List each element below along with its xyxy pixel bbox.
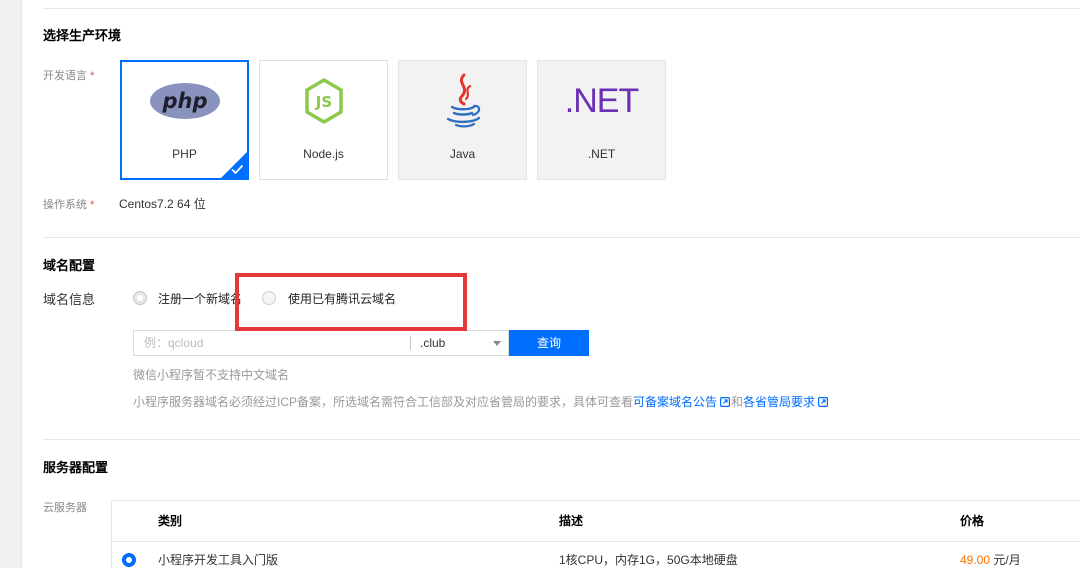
dotnet-logo: .NET <box>538 78 665 124</box>
row-description: 1核CPU，内存1G，50G本地硬盘 <box>559 553 738 567</box>
language-card-dotnet[interactable]: .NET .NET <box>537 60 666 180</box>
os-label: 操作系统 * <box>43 198 94 212</box>
domain-name-input[interactable] <box>134 331 410 355</box>
os-value: Centos7.2 64 位 <box>119 197 206 211</box>
language-card-java[interactable]: Java <box>398 60 527 180</box>
section-title-environment: 选择生产环境 <box>43 28 122 43</box>
server-table: 类别 描述 价格 小程序开发工具入门版 1核CPU，内存1G，50G本地硬盘 4… <box>111 500 1080 568</box>
province-requirements-link-text: 各省管局要求 <box>743 395 816 409</box>
domain-suffix-value: .club <box>420 336 446 350</box>
hint-icp-text: 小程序服务器域名必须经过ICP备案，所选域名需符合工信部及对应省管局的要求，具体… <box>133 395 634 409</box>
radio-option-register-new[interactable]: 注册一个新域名 <box>133 291 243 307</box>
os-label-text: 操作系统 <box>43 199 87 211</box>
required-mark: * <box>90 70 95 82</box>
java-cup-body <box>452 111 473 116</box>
row-price: 49.00 元/月 <box>960 553 1021 567</box>
php-logo-graphic: php <box>149 83 220 119</box>
caret-down-icon <box>493 341 501 346</box>
language-card-label-dotnet: .NET <box>587 147 616 161</box>
divider-top <box>43 8 1080 9</box>
divider-domain-server <box>43 439 1080 440</box>
hint-icp-conjunction: 和 <box>731 395 744 409</box>
selected-check-badge <box>221 152 247 178</box>
cvm-label: 云服务器 <box>43 502 87 514</box>
php-logo: php <box>122 78 247 124</box>
row-price-unit: 元/月 <box>993 553 1021 567</box>
section-title-server: 服务器配置 <box>43 460 109 475</box>
java-steam-small <box>464 84 471 101</box>
hint-no-chinese-domain: 微信小程序暂不支持中文域名 <box>133 368 290 382</box>
php-logo-text: php <box>161 89 207 113</box>
external-link-arrow <box>821 399 826 404</box>
language-label-text: 开发语言 <box>43 70 87 82</box>
column-header-price: 价格 <box>960 514 985 528</box>
check-mark <box>231 164 244 175</box>
dotnet-logo-text: .NET <box>564 82 639 120</box>
java-cup-saucer <box>446 116 480 124</box>
external-link-icon <box>720 397 731 407</box>
external-link-arrow <box>723 399 728 404</box>
domain-suffix-select[interactable]: .club <box>411 331 508 355</box>
filing-domain-notice-link[interactable]: 可备案域名公告 <box>633 395 731 409</box>
highlight-box <box>235 273 467 331</box>
column-header-category: 类别 <box>158 514 183 528</box>
divider-environment-domain <box>43 237 1080 238</box>
column-header-description: 描述 <box>559 514 584 528</box>
language-card-label-java: Java <box>449 147 476 161</box>
required-mark: * <box>90 199 95 211</box>
table-row[interactable]: 小程序开发工具入门版 1核CPU，内存1G，50G本地硬盘 49.00 元/月 <box>112 542 1080 568</box>
radio-label-register-new: 注册一个新域名 <box>158 292 243 306</box>
external-link-icon <box>818 397 829 407</box>
check-icon <box>231 164 244 175</box>
row-select-radio[interactable] <box>122 553 136 567</box>
language-card-php[interactable]: php PHP <box>120 60 249 180</box>
language-card-nodejs[interactable]: JS Node.js <box>259 60 388 180</box>
language-card-label-nodejs: Node.js <box>303 147 344 161</box>
nodejs-logo-text: JS <box>314 93 331 111</box>
domain-info-label: 域名信息 <box>43 292 96 307</box>
java-steam-large <box>458 73 466 106</box>
radio-register-new[interactable] <box>133 291 147 305</box>
language-label: 开发语言 * <box>43 69 94 83</box>
row-category: 小程序开发工具入门版 <box>158 553 279 567</box>
nodejs-logo-graphic: JS <box>304 78 343 124</box>
domain-input-group: .club <box>133 330 509 356</box>
filing-domain-notice-link-text: 可备案域名公告 <box>633 395 718 409</box>
left-gutter <box>0 0 22 568</box>
query-button[interactable]: 查询 <box>509 330 589 356</box>
row-price-amount: 49.00 <box>960 553 991 567</box>
java-logo-graphic <box>446 73 480 128</box>
nodejs-logo: JS <box>260 78 387 124</box>
table-header: 类别 描述 价格 <box>112 501 1080 542</box>
java-cup-rim <box>450 105 475 111</box>
province-requirements-link[interactable]: 各省管局要求 <box>743 395 829 409</box>
section-title-domain: 域名配置 <box>43 258 96 273</box>
hint-icp-requirement: 小程序服务器域名必须经过ICP备案，所选域名需符合工信部及对应省管局的要求，具体… <box>133 395 829 409</box>
java-cup-base <box>454 122 475 128</box>
java-logo <box>399 73 526 128</box>
